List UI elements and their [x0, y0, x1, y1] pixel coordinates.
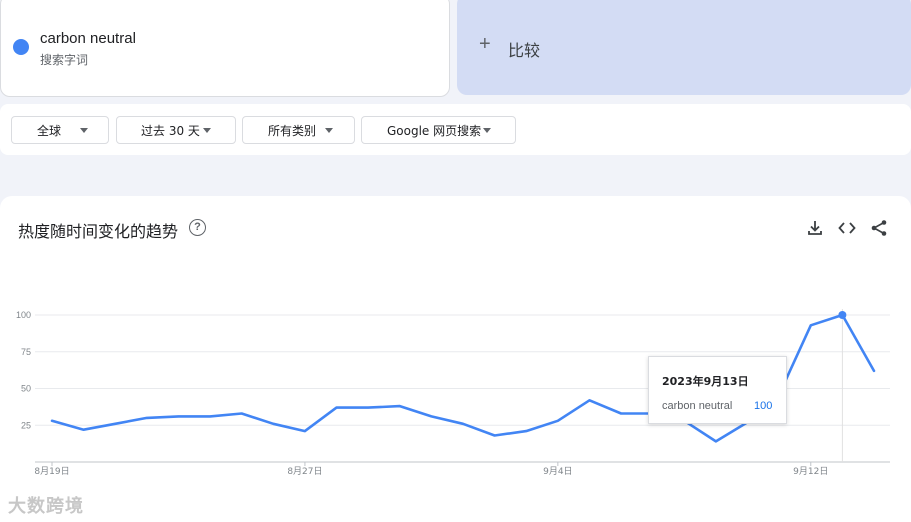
line-chart: 100 75 50 25 8月19日 8月27日 9月4日 9月12日	[16, 309, 890, 477]
x-tick-label: 8月27日	[287, 466, 322, 477]
tooltip-term: carbon neutral	[662, 400, 733, 412]
y-tick-label: 50	[21, 384, 31, 394]
tooltip-date: 2023年9月13日	[662, 375, 749, 388]
highlight-point	[838, 311, 847, 319]
tooltip-value: 100	[754, 400, 773, 412]
x-tick-label: 8月19日	[34, 466, 69, 477]
y-tick-label: 75	[21, 347, 31, 357]
data-tooltip: 2023年9月13日 carbon neutral 100	[648, 356, 787, 424]
y-tick-label: 100	[16, 310, 31, 320]
x-tick-label: 9月12日	[793, 466, 828, 477]
x-tick-label: 9月4日	[543, 466, 572, 477]
y-tick-label: 25	[21, 420, 31, 430]
watermark-logo: 大数跨境	[8, 496, 84, 517]
